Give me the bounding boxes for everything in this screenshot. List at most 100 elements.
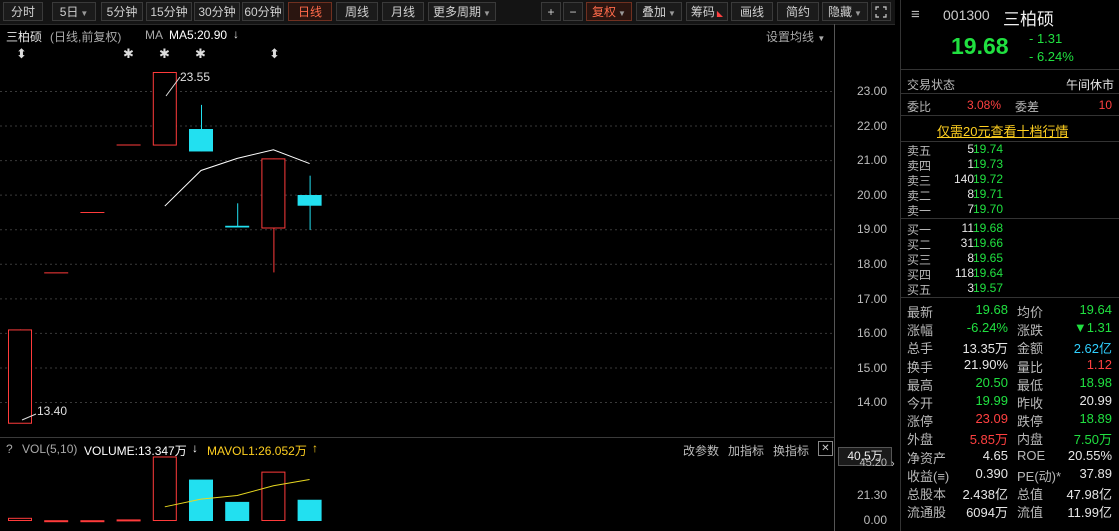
stat-label: 涨跌 [1017, 323, 1044, 339]
last-price: 19.68 [951, 33, 1009, 59]
fuquan-dropdown[interactable]: 复权 ▼ [586, 2, 632, 21]
hide-dropdown[interactable]: 隐藏 ▼ [822, 2, 868, 21]
overlay-dropdown[interactable]: 叠加 ▼ [636, 2, 682, 21]
stat-label: 涨停 [907, 414, 934, 430]
add-indicator-button[interactable]: 加指标 [728, 442, 764, 459]
period-5day-label: 5日 [59, 5, 79, 19]
bid-volume: 8 [967, 251, 974, 265]
bid-price: 19.64 [973, 266, 1004, 280]
stat-value: 6094万 [966, 505, 1008, 521]
divider [901, 218, 1119, 219]
price-axis-label: 16.00 [856, 326, 887, 340]
stat-value: 37.89 [1079, 465, 1112, 481]
candle-body [297, 195, 322, 206]
chart-stock-name: 三柏硕 [6, 30, 43, 44]
volume-bar [116, 519, 141, 522]
stat-value: 20.99 [1079, 393, 1112, 408]
price-axis-label: 20.00 [856, 188, 887, 202]
period-30min[interactable]: 30分钟 [194, 2, 240, 21]
stat-label: 净资产 [907, 450, 947, 466]
stat-value: 2.438亿 [962, 487, 1008, 502]
menu-icon[interactable]: ≡ [911, 6, 920, 23]
event-marker-icon[interactable]: ✱ [195, 46, 206, 62]
stat-value: 13.35万 [962, 341, 1008, 357]
period-weekly[interactable]: 周线 [336, 2, 378, 21]
ma5-line [164, 149, 310, 207]
fullscreen-icon[interactable] [871, 2, 891, 21]
ask-price: 19.72 [973, 172, 1004, 186]
ma5-polyline [164, 149, 310, 207]
stat-value: 2.62亿 [1073, 341, 1112, 357]
price-gridlines [0, 91, 834, 403]
bid-volume: 31 [960, 236, 974, 250]
stat-label: 总股本 [907, 487, 947, 502]
volume-bars [8, 456, 322, 523]
weibi-value: 3.08% [967, 98, 1002, 112]
switch-indicator-button[interactable]: 换指标 [773, 442, 809, 459]
stat-label: ROE [1017, 447, 1046, 463]
candle-body [152, 71, 177, 146]
vol-help-icon[interactable]: ? [6, 442, 13, 456]
period-fenshi[interactable]: 分时 [3, 2, 43, 21]
chevron-down-icon: ▼ [80, 9, 89, 18]
draw-line-button[interactable]: 画线 [731, 2, 773, 21]
period-15min[interactable]: 15分钟 [146, 2, 192, 21]
zoom-in-button[interactable]: + [541, 2, 561, 21]
stat-label: 跌停 [1017, 414, 1044, 430]
zoom-out-button[interactable]: − [563, 2, 583, 21]
event-marker-icon[interactable]: ✱ [159, 46, 170, 62]
stock-name: 三柏硕 [1003, 10, 1054, 29]
ask-volume: 140 [953, 172, 974, 186]
period-5min[interactable]: 5分钟 [101, 2, 143, 21]
more-periods-label: 更多周期 [433, 5, 482, 19]
price-axis-label: 22.00 [856, 119, 887, 133]
panel-collapse-icon[interactable]: › [891, 458, 895, 470]
ask-volume: 5 [967, 142, 974, 156]
ask-price: 19.70 [973, 202, 1004, 216]
stat-value: 7.50万 [1073, 432, 1112, 448]
bid-volume: 11 [961, 221, 974, 235]
mavol1-up-arrow-icon: ↑ [312, 441, 318, 455]
stat-label: 收益(≡) [907, 468, 950, 484]
stat-value: 19.99 [975, 393, 1008, 408]
level2-promo-link[interactable]: 仅需20元查看十档行情 [937, 121, 1068, 140]
divider [901, 297, 1119, 298]
price-axis-label: 15.00 [856, 361, 887, 375]
more-periods-dropdown[interactable]: 更多周期 ▼ [428, 2, 496, 21]
vol-axis-label: 45.20 [859, 457, 887, 469]
chips-button[interactable]: 筹码 ◣ [686, 2, 728, 21]
divider [901, 69, 1119, 70]
volume-bar [44, 520, 69, 523]
weicha-label: 委差 [1015, 100, 1040, 114]
divider [901, 93, 1119, 94]
period-monthly[interactable]: 月线 [382, 2, 424, 21]
ma-settings-button[interactable]: 设置均线 ▼ [766, 28, 825, 45]
edit-params-button[interactable]: 改参数 [683, 442, 719, 459]
quote-panel: ≡ 001300 三柏硕 19.68 - 1.31 - 6.24% 交易状态 午… [900, 0, 1119, 531]
price-axis-label: 21.00 [856, 153, 887, 167]
period-daily[interactable]: 日线 [288, 2, 332, 21]
stat-value: 11.99亿 [1067, 505, 1112, 521]
stat-label: 换手 [907, 359, 934, 375]
stat-value: 21.90% [963, 356, 1008, 372]
bid-price: 19.66 [973, 236, 1004, 250]
stat-label: 流通股 [907, 505, 947, 521]
event-marker-icon[interactable]: ⬍ [16, 46, 27, 62]
chevron-down-icon: ▼ [668, 9, 676, 18]
stat-value: 1.12 [1086, 356, 1112, 372]
period-5day[interactable]: 5日 ▼ [52, 2, 96, 21]
kline-chart[interactable]: 三柏硕 (日线,前复权) MA MA5:20.90 ↓ 设置均线 ▼ ⬍ ✱ ✱… [0, 24, 895, 531]
event-marker-icon[interactable]: ⬍ [269, 46, 280, 62]
price-axis-label: 17.00 [856, 292, 887, 306]
stat-label: 流值 [1017, 505, 1044, 521]
stat-label: 最低 [1017, 377, 1044, 393]
price-axis-label: 23.00 [856, 84, 887, 98]
simple-mode-button[interactable]: 简约 [777, 2, 819, 21]
event-marker-icon[interactable]: ✱ [123, 46, 134, 62]
period-60min[interactable]: 60分钟 [242, 2, 284, 21]
hide-label: 隐藏 [828, 5, 853, 19]
stat-value: 5.85万 [969, 432, 1008, 448]
close-icon[interactable]: ✕ [818, 441, 833, 456]
bid-volume: 118 [954, 266, 974, 280]
vol-indicator-name: VOL(5,10) [22, 442, 78, 456]
